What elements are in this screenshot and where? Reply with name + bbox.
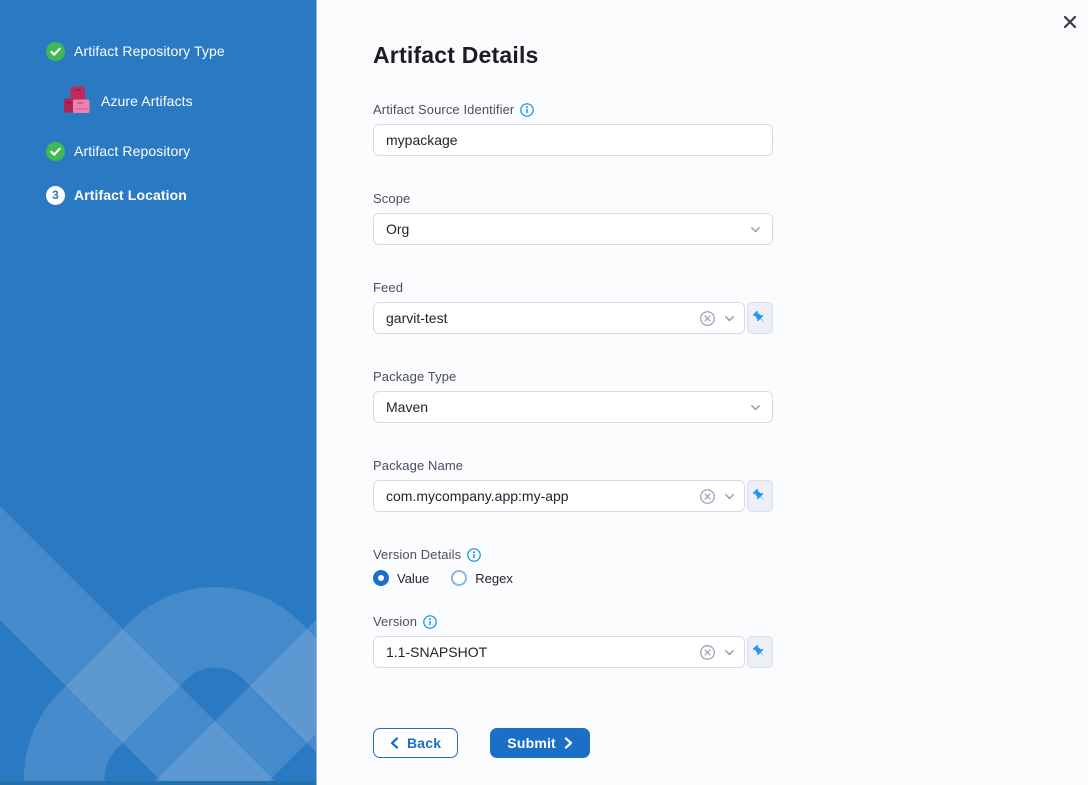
- step-label: Artifact Repository Type: [74, 41, 225, 61]
- artifact-details-panel: Artifact Details Artifact Source Identif…: [316, 0, 1088, 785]
- radio-label: Regex: [475, 571, 513, 586]
- field-label: Version Details: [373, 547, 461, 562]
- field-package-name: Package Name com.mycompany.app:my-app: [373, 458, 773, 512]
- artifact-source-identifier-input[interactable]: [373, 124, 773, 156]
- wizard-steps: Artifact Repository Type Azure Artifacts…: [0, 0, 316, 205]
- radio-unselected-icon: [451, 570, 467, 586]
- field-artifact-source-identifier: Artifact Source Identifier: [373, 102, 773, 156]
- package-type-selected-value: Maven: [386, 399, 749, 415]
- field-package-type: Package Type Maven: [373, 369, 773, 423]
- check-circle-icon: [46, 142, 65, 161]
- field-feed: Feed garvit-test: [373, 280, 773, 334]
- radio-label: Value: [397, 571, 429, 586]
- field-scope: Scope Org: [373, 191, 773, 245]
- chevron-left-icon: [390, 737, 399, 749]
- pin-fixed-value-button[interactable]: [747, 302, 773, 334]
- pin-icon: [752, 310, 768, 326]
- submit-button[interactable]: Submit: [490, 728, 590, 758]
- chevron-down-icon: [749, 223, 762, 236]
- clear-icon[interactable]: [699, 644, 716, 661]
- submit-button-label: Submit: [507, 735, 556, 751]
- step-label: Artifact Location: [74, 185, 187, 205]
- step-label: Artifact Repository: [74, 141, 190, 161]
- info-icon[interactable]: [520, 103, 534, 117]
- step-artifact-repository-type[interactable]: Artifact Repository Type: [46, 41, 316, 61]
- radio-option-value[interactable]: Value: [373, 570, 429, 586]
- chevron-down-icon: [749, 401, 762, 414]
- back-button-label: Back: [407, 735, 441, 751]
- info-icon[interactable]: [423, 615, 437, 629]
- wizard-actions: Back Submit: [373, 728, 777, 758]
- wizard-sidebar: Artifact Repository Type Azure Artifacts…: [0, 0, 316, 785]
- info-icon[interactable]: [467, 548, 481, 562]
- pin-fixed-value-button[interactable]: [747, 480, 773, 512]
- clear-icon[interactable]: [699, 488, 716, 505]
- field-version-details: Version Details Value Regex: [373, 547, 773, 587]
- radio-selected-icon: [373, 570, 389, 586]
- field-label: Package Name: [373, 458, 463, 473]
- chevron-right-icon: [564, 737, 573, 749]
- check-circle-icon: [46, 42, 65, 61]
- close-icon[interactable]: [1060, 12, 1080, 32]
- form-content: Artifact Details Artifact Source Identif…: [317, 0, 777, 758]
- version-details-radio-group: Value Regex: [373, 569, 773, 587]
- back-button[interactable]: Back: [373, 728, 458, 758]
- field-label: Package Type: [373, 369, 456, 384]
- step-artifact-location[interactable]: 3 Artifact Location: [46, 185, 316, 205]
- step-number-badge: 3: [46, 186, 65, 205]
- pin-icon: [752, 488, 768, 504]
- sidebar-bottom-strip: [0, 781, 316, 785]
- chevron-down-icon[interactable]: [723, 646, 736, 659]
- field-label: Artifact Source Identifier: [373, 102, 514, 117]
- step-artifact-repository[interactable]: Artifact Repository: [46, 141, 316, 161]
- selected-repo-azure-artifacts: Azure Artifacts: [63, 85, 316, 116]
- harness-logo-watermark: [0, 468, 316, 785]
- selected-repo-label: Azure Artifacts: [101, 91, 193, 111]
- scope-select[interactable]: Org: [373, 213, 773, 245]
- version-value: 1.1-SNAPSHOT: [386, 644, 699, 660]
- feed-value: garvit-test: [386, 310, 699, 326]
- radio-option-regex[interactable]: Regex: [451, 570, 513, 586]
- chevron-down-icon[interactable]: [723, 312, 736, 325]
- scope-selected-value: Org: [386, 221, 749, 237]
- pin-icon: [752, 644, 768, 660]
- field-label: Version: [373, 614, 417, 629]
- pin-fixed-value-button[interactable]: [747, 636, 773, 668]
- chevron-down-icon[interactable]: [723, 490, 736, 503]
- clear-icon[interactable]: [699, 310, 716, 327]
- field-label: Feed: [373, 280, 403, 295]
- version-combobox[interactable]: 1.1-SNAPSHOT: [373, 636, 745, 668]
- package-name-value: com.mycompany.app:my-app: [386, 488, 699, 504]
- page-title: Artifact Details: [373, 42, 777, 69]
- azure-artifacts-icon: [63, 85, 92, 116]
- field-label: Scope: [373, 191, 410, 206]
- field-version: Version 1.1-SNAPSHOT: [373, 614, 773, 668]
- package-type-select[interactable]: Maven: [373, 391, 773, 423]
- feed-combobox[interactable]: garvit-test: [373, 302, 745, 334]
- package-name-combobox[interactable]: com.mycompany.app:my-app: [373, 480, 745, 512]
